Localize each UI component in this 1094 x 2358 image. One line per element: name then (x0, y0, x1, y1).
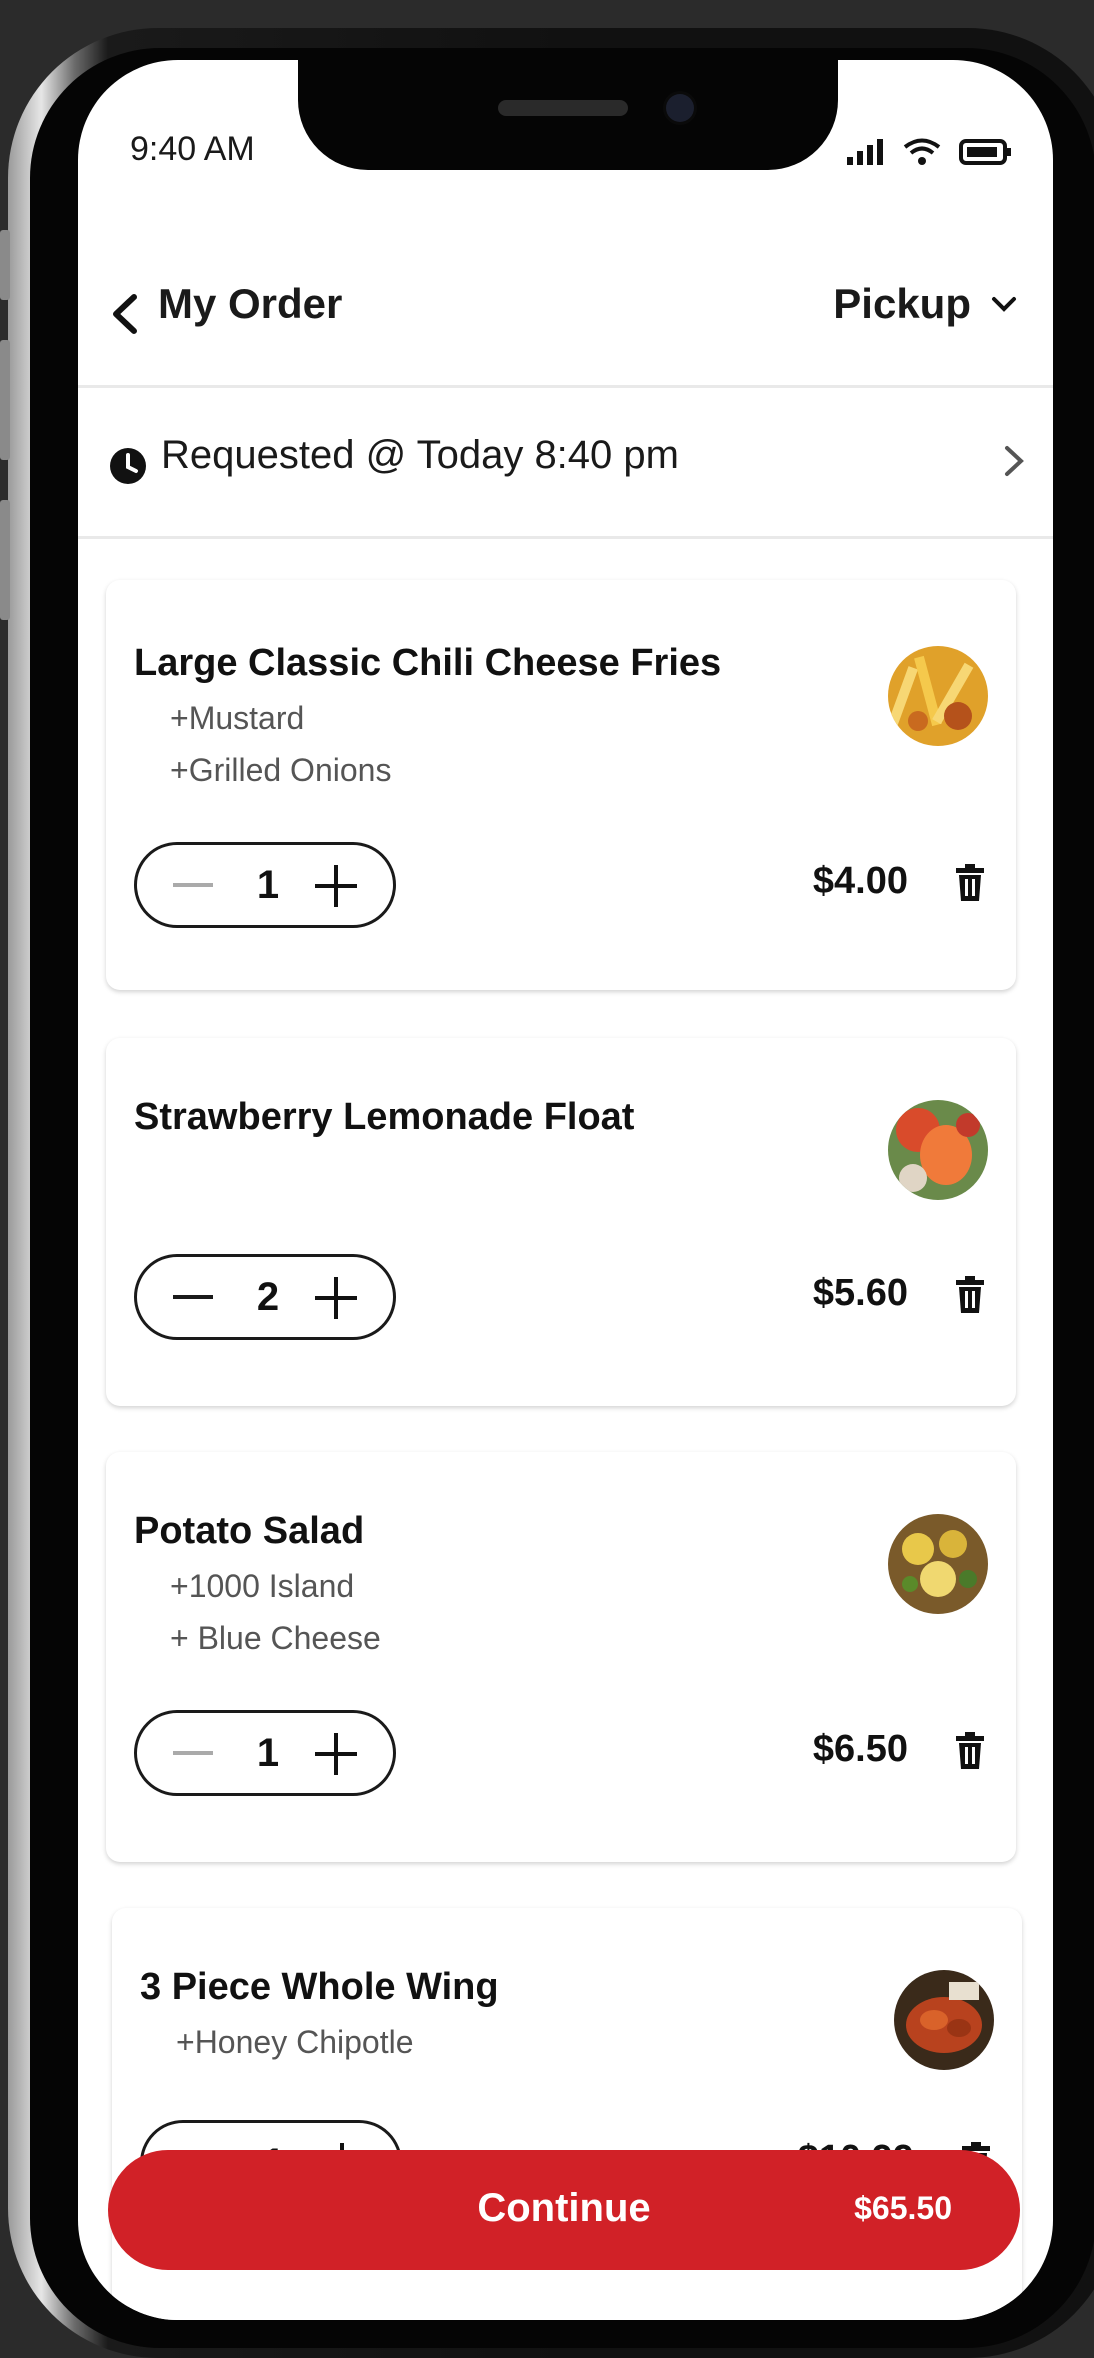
app-header: My Order Pickup (78, 210, 1053, 388)
decrease-button[interactable] (173, 883, 213, 887)
quantity-stepper: 2 (134, 1254, 396, 1340)
item-modifier: +1000 Island (170, 1568, 355, 1604)
trash-icon[interactable] (954, 864, 986, 902)
increase-button[interactable] (315, 1733, 357, 1775)
quantity-stepper: 1 (134, 1710, 396, 1796)
speaker (498, 100, 628, 116)
drink-image-icon (888, 1100, 988, 1200)
decrease-button[interactable] (173, 1751, 213, 1755)
item-thumbnail (894, 1970, 994, 2070)
trash-icon[interactable] (954, 1276, 986, 1314)
item-price: $6.50 (812, 1728, 908, 1770)
increase-button[interactable] (315, 1277, 357, 1319)
item-name: Strawberry Lemonade Float (134, 1096, 635, 1138)
side-button (0, 500, 10, 620)
order-item-card: Strawberry Lemonade Float 2 $5.60 (106, 1038, 1016, 1406)
quantity-value: 1 (256, 1731, 280, 1775)
item-modifier: + Blue Cheese (170, 1620, 381, 1656)
item-name: 3 Piece Whole Wing (140, 1966, 499, 2008)
item-price: $5.60 (812, 1272, 908, 1314)
status-icons (847, 138, 1013, 166)
requested-time-row[interactable]: Requested @ Today 8:40 pm (78, 388, 1053, 539)
item-price: $4.00 (812, 860, 908, 902)
item-thumbnail (888, 1100, 988, 1200)
quantity-stepper: 1 (134, 842, 396, 928)
camera (666, 94, 694, 122)
fries-image-icon (888, 646, 988, 746)
battery-icon (959, 139, 1011, 165)
order-total: $65.50 (854, 2190, 952, 2226)
item-modifier: +Mustard (170, 700, 305, 736)
quantity-value: 1 (256, 863, 280, 907)
item-name: Potato Salad (134, 1510, 365, 1552)
pickup-dropdown[interactable]: Pickup (833, 280, 1017, 328)
chevron-right-icon (1005, 446, 1024, 476)
signal-icon (847, 139, 883, 165)
decrease-button[interactable] (173, 1295, 213, 1299)
notch (298, 60, 838, 170)
item-name: Large Classic Chili Cheese Fries (134, 642, 722, 684)
phone-screen: 9:40 AM My Order Pickup Requested @ Toda… (78, 60, 1053, 2320)
pickup-label: Pickup (833, 280, 971, 327)
requested-time-text: Requested @ Today 8:40 pm (161, 433, 679, 477)
back-chevron-icon[interactable] (110, 293, 138, 335)
item-modifier: +Honey Chipotle (176, 2024, 414, 2060)
clock-icon (110, 448, 146, 484)
trash-icon[interactable] (954, 1732, 986, 1770)
order-item-card: Potato Salad +1000 Island + Blue Cheese … (106, 1452, 1016, 1862)
wifi-icon (903, 138, 941, 165)
continue-button[interactable]: Continue $65.50 (108, 2150, 1020, 2270)
quantity-value: 2 (256, 1275, 280, 1319)
item-modifier: +Grilled Onions (170, 752, 392, 788)
chevron-down-icon (992, 297, 1016, 312)
item-thumbnail (888, 1514, 988, 1614)
side-button (0, 230, 10, 300)
increase-button[interactable] (315, 865, 357, 907)
page-title: My Order (158, 280, 343, 327)
side-button (0, 340, 10, 460)
wings-image-icon (894, 1970, 994, 2070)
status-time: 9:40 AM (130, 130, 255, 168)
order-item-card: Large Classic Chili Cheese Fries +Mustar… (106, 580, 1016, 990)
salad-image-icon (888, 1514, 988, 1614)
item-thumbnail (888, 646, 988, 746)
